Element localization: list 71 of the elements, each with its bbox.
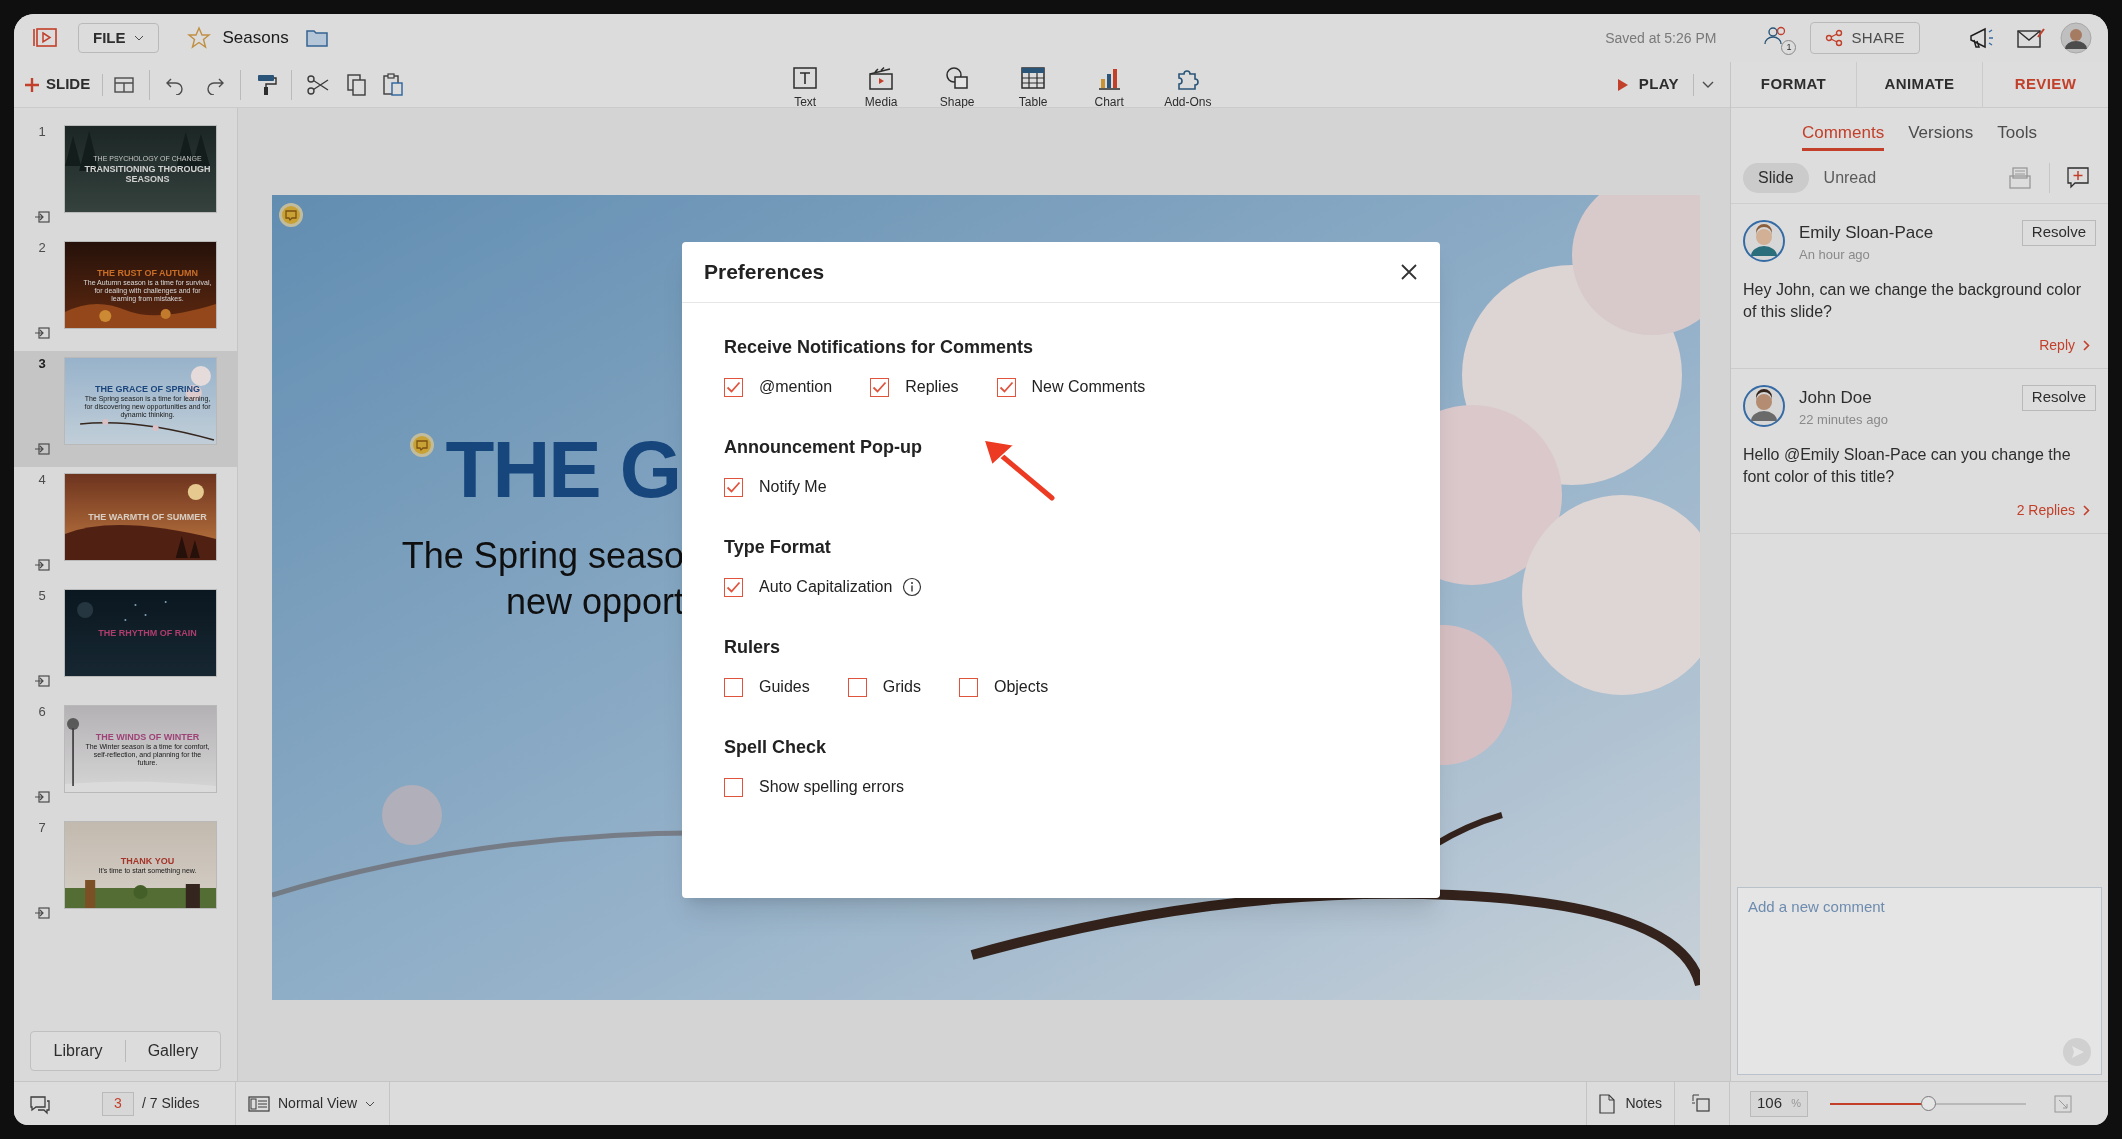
slide-title: THE RHYTHM OF RAIN (98, 628, 197, 638)
comment-tab[interactable]: Versions (1908, 120, 1974, 151)
comment-author: Emily Sloan-Pace (1799, 221, 1935, 244)
library-tab[interactable]: Gallery (126, 1039, 220, 1063)
option-label: Auto Capitalization (759, 577, 893, 597)
collaborators-count: 1 (1781, 40, 1797, 55)
slide-number: 4 (38, 471, 46, 489)
option-label: Grids (882, 677, 921, 697)
panel-tab[interactable]: FORMAT (1731, 62, 1856, 107)
new-slide-button[interactable]: SLIDE (22, 73, 93, 96)
option-label: @mention (759, 377, 833, 397)
slide-number: 6 (38, 703, 46, 721)
notes-button[interactable]: Notes (1587, 1093, 1674, 1114)
slide-title: TRANSITIONING THOROUGH SEASONS (83, 163, 212, 184)
option-label: Notify Me (759, 477, 827, 497)
option-label: Replies (905, 377, 959, 397)
comment-author: John Doe (1799, 386, 1873, 409)
section-heading: Receive Notifications for Comments (724, 337, 1035, 357)
comment-tab[interactable]: Tools (1997, 120, 2038, 151)
comment-tab[interactable]: Comments (1801, 120, 1885, 151)
option-label: Guides (759, 677, 810, 697)
section-heading: Type Format (724, 537, 832, 557)
comment-time: An hour ago (1799, 246, 1871, 264)
dialog-title: Preferences (704, 259, 826, 286)
zoom-unit: % (1791, 1096, 1801, 1112)
document-title[interactable]: Seasons (222, 25, 289, 51)
insert-tool-button[interactable]: Shape (936, 64, 979, 111)
insert-tool-button[interactable]: Table (1012, 64, 1055, 111)
comment-time: 22 minutes ago (1799, 411, 1889, 429)
slide-body-text: The Spring seaso (401, 535, 684, 577)
insert-tool-button[interactable]: Text (784, 64, 827, 111)
slide-number: 5 (38, 587, 46, 605)
slide-number: 1 (38, 123, 46, 141)
library-tab[interactable]: Library (31, 1039, 125, 1063)
resolve-button[interactable]: Resolve (2021, 384, 2096, 411)
section-heading: Spell Check (724, 737, 828, 757)
insert-tool-button[interactable]: Media (860, 64, 903, 111)
slide-title: THE GRACE OF SPRING (95, 383, 200, 394)
slide-title: THE WARMTH OF SUMMER (88, 512, 207, 522)
comment-filter[interactable]: Slide (1743, 162, 1809, 193)
reply-link[interactable]: 2 Replies (2016, 499, 2096, 521)
file-menu-button[interactable]: FILE (78, 23, 159, 53)
slide-number: 7 (38, 819, 46, 837)
new-comment-field[interactable]: Add a new comment (1737, 887, 2102, 1075)
slide-number: 2 (38, 239, 46, 257)
slide-number: 3 (38, 355, 46, 373)
current-slide-field[interactable]: 3 (102, 1091, 134, 1116)
zoom-field[interactable]: 106 % (1750, 1090, 1808, 1117)
slide-count: / 7 Slides (142, 1094, 200, 1113)
slide-title: THE RUST OF AUTUMN (96, 267, 199, 278)
saved-status: Saved at 5:26 PM (1605, 28, 1717, 48)
slide-title: THE G (445, 430, 680, 510)
comment-filter[interactable]: Unread (1808, 162, 1892, 193)
section-heading: Rulers (724, 637, 782, 657)
view-mode-dropdown[interactable]: Normal View (248, 1093, 376, 1114)
share-button[interactable]: SHARE (1810, 22, 1920, 54)
option-label: Show spelling errors (759, 777, 904, 797)
resolve-button[interactable]: Resolve (2021, 219, 2096, 246)
slide-title: THE WINDS OF WINTER (95, 731, 200, 742)
reply-link[interactable]: Reply (2039, 334, 2096, 356)
slide-body-text: new opport (505, 581, 684, 623)
option-label: New Comments (1031, 377, 1146, 397)
option-label: Objects (993, 677, 1049, 697)
comment-text: Hello @Emily Sloan-Pace can you change the font color of this title? (1743, 444, 2072, 487)
comment-text: Hey John, can we change the background color of this slide? (1743, 279, 2082, 322)
zoom-value: 106 (1757, 1093, 1783, 1114)
play-button[interactable]: PLAY (1616, 73, 1679, 96)
insert-tool-button[interactable]: Add-Ons (1164, 64, 1212, 111)
insert-tool-button[interactable]: Chart (1088, 64, 1131, 111)
section-heading: Announcement Pop-up (724, 437, 923, 457)
slide-title: THANK YOU (120, 855, 175, 866)
